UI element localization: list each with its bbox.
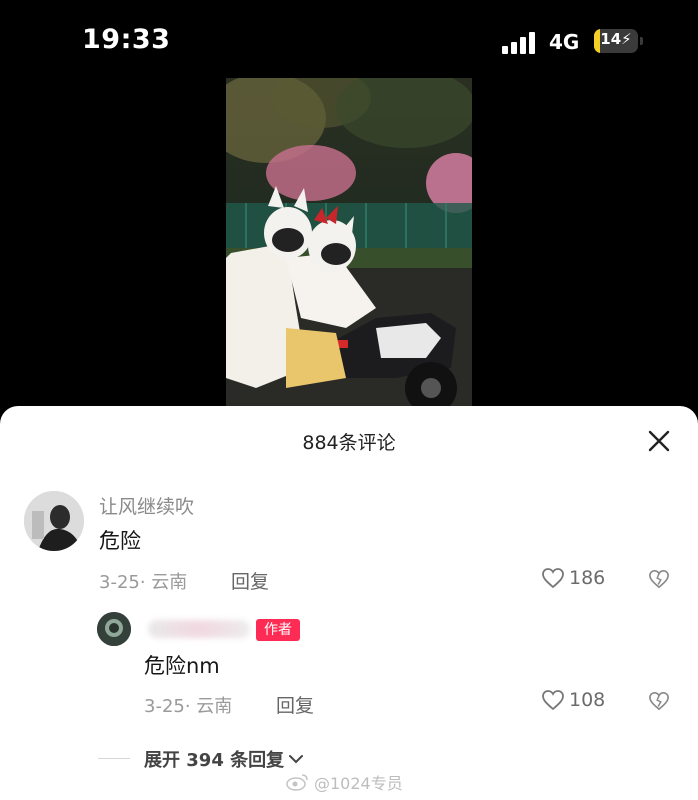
avatar[interactable] <box>24 491 84 551</box>
dislike-button[interactable] <box>648 569 670 593</box>
cellular-signal-icon <box>502 30 538 54</box>
battery-icon: 14⚡ <box>594 29 638 53</box>
video-player[interactable] <box>226 78 472 412</box>
heart-icon <box>542 690 564 711</box>
comment-sheet: 884条评论 让风继续吹 危险 3-25· 云南 回复 186 作者 危险nm … <box>0 406 698 800</box>
comment-meta: 3-25· 云南 <box>99 572 188 593</box>
comment-username[interactable]: 让风继续吹 <box>99 492 194 519</box>
network-type: 4G <box>549 30 580 54</box>
chevron-down-icon <box>289 755 304 764</box>
watermark-text: @1024专员 <box>314 774 403 793</box>
watermark: @1024专员 <box>286 770 403 794</box>
like-count: 186 <box>569 567 606 589</box>
weibo-logo-icon <box>286 774 308 791</box>
author-badge: 作者 <box>256 619 300 641</box>
reply-like-count: 108 <box>569 689 606 711</box>
comment-text: 危险 <box>99 529 141 553</box>
reply-text: 危险nm <box>144 654 220 678</box>
reply-button[interactable]: 回复 <box>231 567 269 594</box>
close-icon[interactable] <box>646 428 672 454</box>
reply-username-blurred <box>148 620 250 638</box>
battery-level: 14 <box>600 30 622 48</box>
expand-replies-button[interactable]: 展开 394 条回复 <box>144 746 304 772</box>
expand-divider <box>98 758 130 759</box>
reply-reply-button[interactable]: 回复 <box>276 691 314 718</box>
broken-heart-icon <box>649 569 669 589</box>
charging-bolt-icon: ⚡ <box>621 30 632 48</box>
status-time: 19:33 <box>82 24 171 55</box>
reply-dislike-button[interactable] <box>648 691 670 715</box>
reply-meta: 3-25· 云南 <box>144 696 233 717</box>
heart-icon <box>542 568 564 589</box>
comment-count-title: 884条评论 <box>302 432 396 454</box>
broken-heart-icon <box>649 691 669 711</box>
status-bar: 19:33 4G 14⚡ <box>0 0 698 80</box>
like-button[interactable]: 186 <box>541 567 605 589</box>
reply-like-button[interactable]: 108 <box>541 689 605 711</box>
expand-replies-label: 展开 394 条回复 <box>144 750 285 771</box>
battery-cap <box>640 37 643 45</box>
video-frame <box>226 78 472 412</box>
reply-avatar[interactable] <box>97 612 131 646</box>
